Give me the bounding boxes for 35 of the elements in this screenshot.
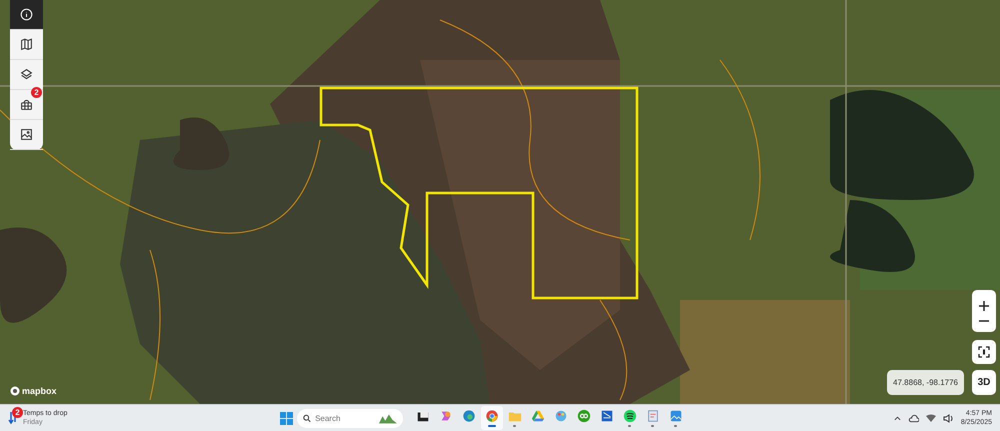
- info-icon: [20, 8, 33, 21]
- zoom-in-icon[interactable]: [978, 300, 990, 312]
- chevron-up-icon[interactable]: [894, 416, 901, 420]
- search-icon: [303, 414, 312, 422]
- notification-badge: 2: [31, 87, 42, 98]
- landscape-icon: [379, 412, 397, 424]
- parcels-tool-button[interactable]: 2: [10, 90, 43, 120]
- info-tool-button[interactable]: [10, 0, 43, 30]
- search-bar[interactable]: Search: [297, 408, 403, 428]
- notepad-icon: [646, 409, 660, 423]
- notification-badge: 2: [12, 407, 23, 418]
- browser-icon: [484, 409, 498, 423]
- grid-icon: [20, 98, 33, 111]
- wifi-icon[interactable]: [926, 414, 936, 422]
- attribution-text: mapbox: [22, 386, 57, 396]
- frame-icon: [978, 346, 990, 358]
- triangle-icon: [530, 409, 544, 423]
- photo-icon: [668, 409, 682, 423]
- palette-icon: [554, 409, 568, 423]
- document-icon: [600, 409, 614, 423]
- map-icon: [20, 38, 33, 51]
- layers-icon: [20, 68, 33, 81]
- windows-start-icon[interactable]: [280, 412, 293, 424]
- 3d-toggle-button[interactable]: 3D: [972, 370, 996, 395]
- mapbox-logo-icon: [10, 386, 20, 396]
- speaker-icon[interactable]: [942, 414, 954, 422]
- copilot-icon: [438, 409, 452, 423]
- image-icon: [20, 128, 33, 141]
- browser-icon: [462, 409, 476, 423]
- app-icon: [576, 409, 590, 423]
- music-icon: [622, 409, 636, 423]
- recenter-button[interactable]: [972, 340, 996, 364]
- coordinates-label: 47.8868, -98.1776: [887, 370, 964, 395]
- cloud-icon[interactable]: [908, 414, 919, 422]
- search-input[interactable]: Search: [315, 414, 376, 422]
